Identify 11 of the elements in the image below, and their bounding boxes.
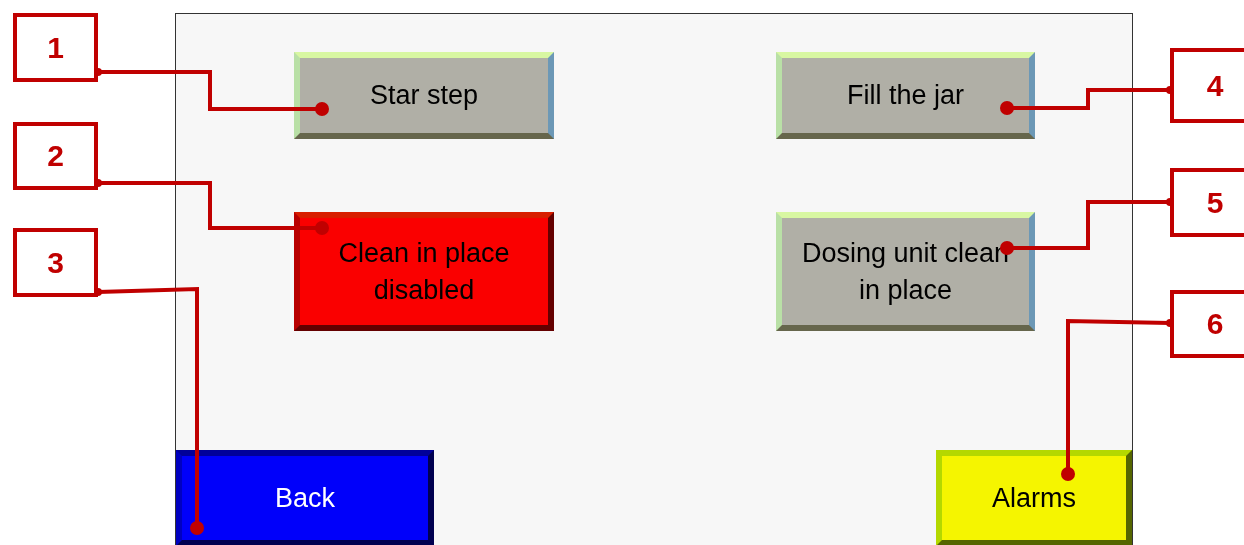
hmi-button[interactable]: Back [176, 450, 434, 545]
hmi-button[interactable]: Clean in place disabled [294, 212, 554, 331]
callout-number: 1 [13, 13, 98, 82]
callout-number: 4 [1170, 48, 1244, 123]
hmi-button[interactable]: Star step [294, 52, 554, 139]
hmi-button[interactable]: Fill the jar [776, 52, 1035, 139]
callout-number: 5 [1170, 168, 1244, 237]
hmi-button[interactable]: Alarms [936, 450, 1132, 545]
callout-number: 2 [13, 122, 98, 190]
callout-number: 3 [13, 228, 98, 297]
callout-number: 6 [1170, 290, 1244, 358]
